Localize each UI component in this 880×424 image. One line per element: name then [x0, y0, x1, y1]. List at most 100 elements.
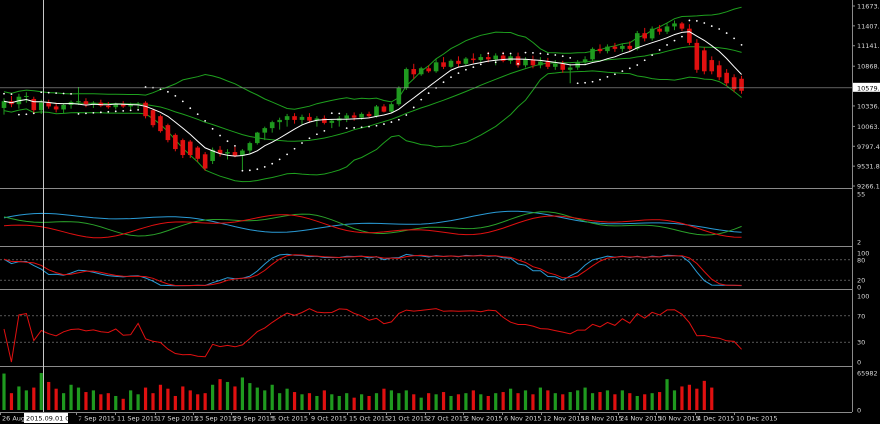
candle-bear — [150, 110, 156, 126]
volume-bar — [456, 394, 461, 410]
candle-bull — [1, 101, 7, 108]
candle-bear — [739, 78, 744, 91]
rsi-tick-label: 30 — [857, 339, 865, 347]
volume-bar — [441, 392, 446, 410]
candle-bull — [329, 120, 335, 123]
volume-bar — [643, 394, 647, 410]
volume-bar — [419, 397, 423, 410]
sar-dot — [137, 109, 140, 111]
candle-bull — [448, 60, 454, 67]
volume-bar — [337, 395, 341, 410]
candle-bear — [106, 105, 111, 108]
volume-tick-label: 65982 — [857, 370, 878, 378]
candle-bear — [724, 72, 729, 84]
sar-dot — [397, 118, 400, 121]
volume-bar — [389, 390, 393, 410]
stoch-tick-label: 80 — [857, 256, 865, 264]
volume-bar — [613, 394, 617, 410]
volume-bar — [158, 384, 163, 410]
candle-bear — [158, 116, 163, 132]
volume-bar — [680, 386, 684, 410]
volume-bar — [263, 390, 267, 410]
sar-dot — [487, 52, 490, 55]
volume-bar — [568, 392, 572, 410]
volume-bar — [233, 386, 237, 410]
sar-dot — [479, 63, 482, 66]
stoch-tick-label: 0 — [857, 284, 861, 292]
sar-dot — [338, 112, 341, 115]
sar-dot — [643, 59, 646, 62]
volume-bar — [665, 379, 669, 410]
volume-bar — [129, 390, 133, 410]
chart-canvas[interactable]: 11673.10 11407.45 11141.80 10868.10 10579.00… — [0, 0, 880, 424]
time-tick-label: 11 Sep 2015 — [117, 415, 158, 423]
volume-bar — [166, 388, 170, 410]
volume-bar — [471, 390, 475, 410]
sar-dot — [278, 158, 281, 161]
candle-bear — [471, 58, 476, 61]
sar-dot — [502, 52, 505, 55]
sar-dot — [308, 137, 311, 140]
volume-bar — [672, 390, 677, 410]
sar-dot — [167, 90, 169, 93]
candle-bear — [46, 102, 51, 107]
candle-bear — [642, 33, 647, 39]
time-tick-label: 18 Nov 2015 — [581, 415, 623, 423]
candle-bull — [672, 23, 677, 27]
volume-bar — [84, 392, 88, 410]
sar-dot — [725, 32, 728, 34]
sar-dot — [636, 64, 639, 66]
sar-dot — [383, 123, 385, 125]
volume-bar — [479, 394, 483, 410]
volume-bar — [464, 393, 468, 410]
candle-bull — [404, 69, 409, 88]
candle-bear — [165, 125, 171, 141]
sar-dot — [62, 92, 65, 95]
sar-dot — [85, 112, 87, 115]
sar-dot — [703, 22, 706, 24]
candle-bear — [485, 57, 491, 60]
volume-bar — [240, 377, 244, 410]
sar-dot — [345, 127, 348, 130]
sar-dot — [10, 93, 13, 96]
volume-bar — [188, 390, 192, 410]
volume-bar — [658, 392, 662, 410]
volume-bar — [248, 383, 252, 410]
candle-bear — [441, 62, 446, 67]
volume-bar — [278, 393, 282, 410]
candle-bear — [180, 140, 186, 156]
volume-bar — [427, 393, 431, 410]
volume-bar — [255, 387, 259, 410]
sar-dot — [32, 112, 35, 115]
sar-dot — [733, 37, 735, 40]
volume-bar — [434, 394, 438, 410]
sar-dot — [92, 111, 95, 114]
sar-dot — [614, 73, 616, 76]
sar-dot — [234, 145, 236, 147]
sar-dot — [658, 49, 661, 51]
volume-bar — [2, 373, 6, 410]
volume-bar — [576, 390, 580, 410]
volume-bar — [91, 390, 95, 410]
sar-dot — [465, 68, 467, 71]
volume-bar — [196, 394, 200, 410]
volume-bar — [352, 397, 356, 410]
candle-bull — [61, 104, 66, 110]
time-tick-label: 27 Oct 2015 — [427, 415, 467, 423]
sar-dot — [368, 125, 370, 128]
sar-dot — [40, 91, 43, 94]
sar-dot — [353, 126, 356, 129]
sar-dot — [189, 107, 192, 110]
volume-bar — [620, 390, 624, 410]
candle-bull — [128, 104, 133, 107]
volume-bar — [143, 387, 148, 410]
candle-bull — [634, 33, 640, 49]
volume-bar — [382, 388, 386, 410]
candle-bull — [374, 106, 379, 117]
sar-dot — [316, 133, 318, 136]
volume-bar — [561, 394, 565, 410]
candle-bull — [478, 57, 484, 61]
volume-bar — [292, 392, 297, 410]
candle-bear — [307, 116, 312, 121]
volume-bar — [590, 393, 595, 410]
